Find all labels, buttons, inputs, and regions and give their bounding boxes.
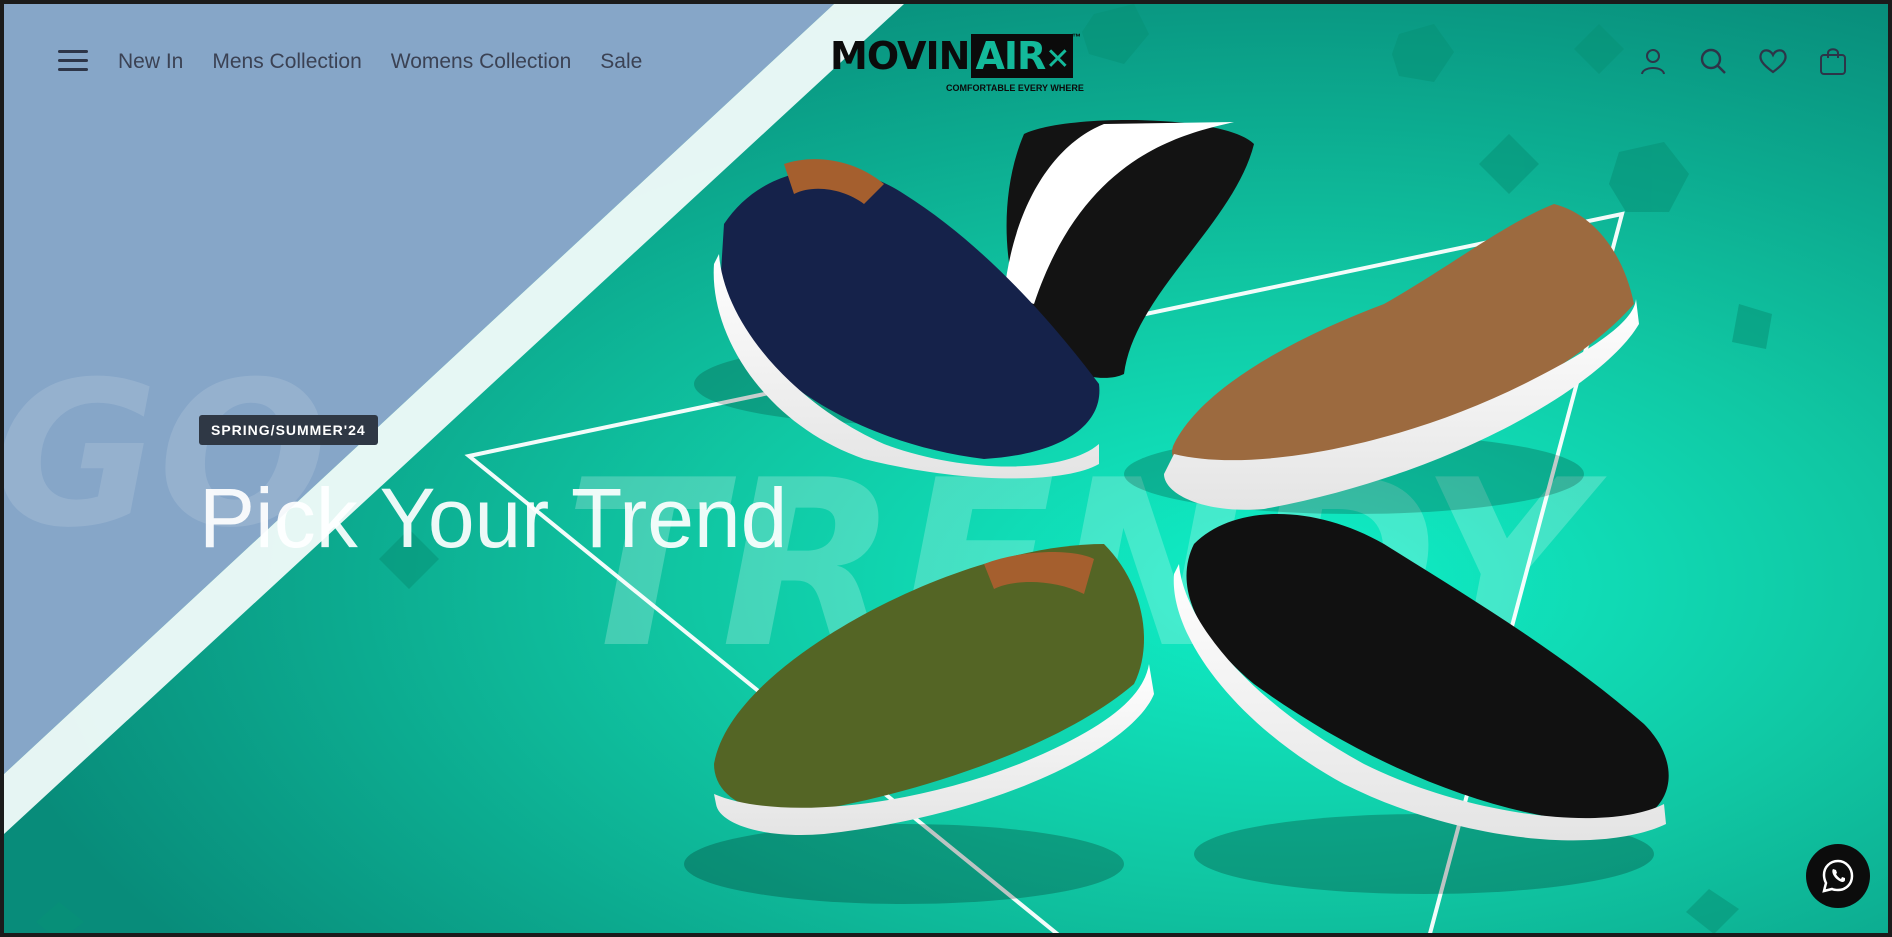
laces-icon: ✕ (1045, 42, 1070, 77)
logo-movin: MOVIN (830, 34, 970, 78)
logo-tagline: COMFORTABLE EVERY WHERE (946, 83, 1084, 93)
main-nav: New In Mens Collection Womens Collection… (118, 50, 642, 74)
logo-wordmark: MOVIN AIR✕ (830, 34, 1074, 78)
header-icons (1638, 46, 1848, 76)
logo-air: AIR (975, 34, 1046, 78)
search-icon[interactable] (1698, 46, 1728, 76)
user-icon[interactable] (1638, 46, 1668, 76)
shopping-bag-icon[interactable] (1818, 46, 1848, 76)
hero-headline: Pick Your Trend (199, 471, 788, 565)
hero-banner: GO TRENDY (0, 0, 1892, 937)
heart-icon[interactable] (1758, 46, 1788, 76)
nav-mens-collection[interactable]: Mens Collection (212, 50, 361, 74)
nav-womens-collection[interactable]: Womens Collection (391, 50, 572, 74)
hamburger-menu-icon[interactable] (58, 50, 88, 74)
logo-air-box: AIR✕ (971, 34, 1074, 78)
season-badge: SPRING/SUMMER'24 (199, 415, 378, 445)
whatsapp-icon (1822, 859, 1854, 893)
nav-new-in[interactable]: New In (118, 50, 183, 74)
logo-trademark: ™ (1072, 32, 1081, 42)
site-header: New In Mens Collection Womens Collection… (4, 4, 1888, 122)
brand-logo[interactable]: MOVIN AIR✕ ™ COMFORTABLE EVERY WHERE (830, 32, 1084, 96)
whatsapp-button[interactable] (1806, 844, 1870, 908)
nav-sale[interactable]: Sale (600, 50, 642, 74)
